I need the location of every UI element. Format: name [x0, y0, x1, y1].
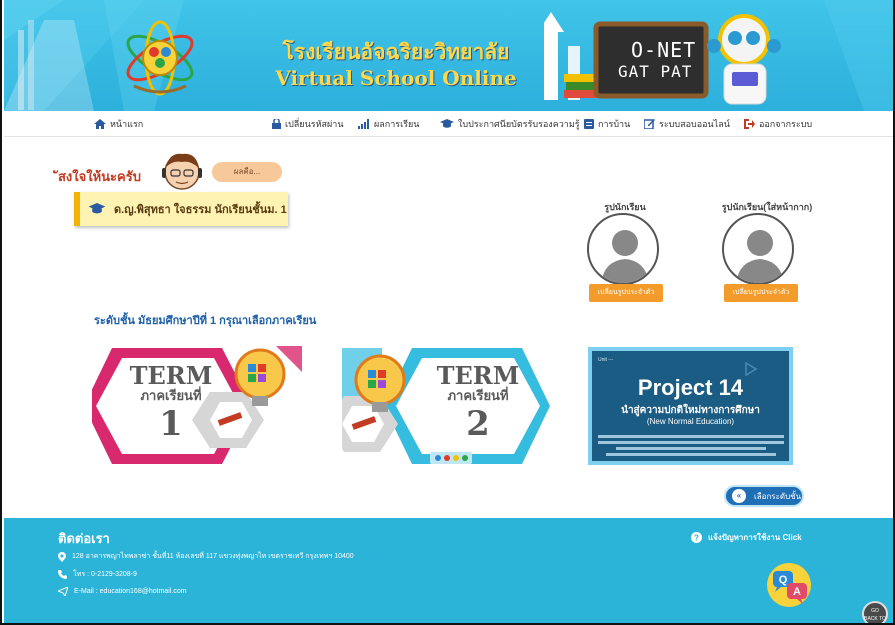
svg-text:?: ? — [694, 534, 699, 543]
change-photo-button[interactable]: เปลี่ยนรูปประจำตัว — [589, 284, 663, 302]
footer-address-text: 128 อาคารพญาไทพลาซ่า ชั้นที่11 ห้องเลขที… — [72, 553, 354, 560]
student-masked-photo — [722, 213, 794, 285]
project-subtitle: นำสู่ความปกติใหม่ทางการศึกษา — [621, 405, 760, 416]
nav-item-logout[interactable]: ออกจากระบบ — [744, 117, 812, 131]
nav-label: หน้าแรก — [110, 119, 144, 129]
term-1-card[interactable]: TERM ภาคเรียนที่ 1 — [84, 344, 302, 468]
nav-item-home[interactable]: หน้าแรก — [94, 117, 143, 131]
nav-item-grades[interactable]: ผลการเรียน — [358, 117, 419, 131]
nav-label: ใบประกาศนียบัตรรับรองความรู้ — [458, 119, 580, 129]
edit-icon — [644, 119, 655, 129]
term-2-card[interactable]: TERM ภาคเรียนที่ 2 — [328, 344, 552, 468]
main-nav: หน้าแรก เปลี่ยนรหัสผ่าน ผลการเรียน ใบประ… — [4, 111, 893, 137]
student-name-card: ด.ญ.พิสุทธา ใจธรรม นักเรียนชั้นม. 1 — [74, 192, 288, 226]
footer-address: 128 อาคารพญาไทพลาซ่า ชั้นที่11 ห้องเลขที… — [58, 551, 354, 562]
kid-avatar-image — [162, 153, 202, 190]
question-circle-icon: ? — [691, 532, 702, 543]
home-icon — [94, 119, 106, 129]
term-word: TERM — [129, 361, 213, 390]
speech-bubble: ผลคือ... — [212, 162, 282, 182]
report-problem-label: แจ้งปัญหาการใช้งาน Click — [708, 533, 802, 542]
footer-contact-title: ติดต่อเรา — [58, 531, 110, 546]
nav-item-certificate[interactable]: ใบประกาศนียบัตรรับรองความรู้ — [440, 117, 580, 131]
student-name: ด.ญ.พิสุทธา ใจธรรม นักเรียนชั้นม. 1 — [114, 204, 287, 216]
project-tag: Unit --- — [598, 357, 614, 363]
sign-out-icon — [744, 119, 755, 129]
footer: ติดต่อเรา 128 อาคารพญาไทพลาซ่า ชั้นที่11… — [4, 518, 893, 623]
term-sub: ภาคเรียนที่ — [447, 388, 509, 403]
term-1-label: TERM ภาคเรียนที่ 1 — [126, 361, 216, 445]
change-masked-photo-button[interactable]: เปลี่ยนรูปประจำตัว — [724, 284, 798, 302]
project-description-line — [606, 453, 776, 456]
nav-label: ออกจากระบบ — [759, 119, 813, 129]
project-description-line — [616, 447, 766, 450]
project-14-video-card[interactable]: Unit --- Project 14 นำสู่ความปกติใหม่ทาง… — [588, 347, 793, 465]
welcome-message: ัสงใจให้นะครับ — [58, 169, 141, 184]
school-title-thai: โรงเรียนอัจฉริยะวิทยาลัย — [282, 39, 510, 64]
photo-caption-masked: รูปนักเรียน(ใส่หน้ากาก) — [721, 202, 813, 212]
nav-item-homework[interactable]: การบ้าน — [584, 117, 630, 131]
school-logo — [126, 20, 194, 96]
page-frame: โรงเรียนอัจฉริยะวิทยาลัย Virtual School … — [0, 0, 895, 625]
send-icon — [58, 587, 68, 596]
qa-chat-icon[interactable]: Q A — [763, 561, 815, 607]
report-problem-link[interactable]: ? แจ้งปัญหาการใช้งาน Click — [691, 531, 802, 544]
footer-email-text: E-Mail : education168@hotmail.com — [74, 588, 187, 595]
signal-icon — [358, 119, 369, 129]
user-silhouette-icon — [736, 230, 784, 283]
lock-icon — [272, 119, 281, 129]
select-level-button[interactable]: « เลือกระดับชั้น — [724, 485, 804, 507]
project-subtitle-en: (New Normal Education) — [646, 417, 735, 426]
term-number: 2 — [466, 404, 490, 444]
nav-label: การบ้าน — [598, 119, 631, 129]
term-2-label: TERM ภาคเรียนที่ 2 — [428, 361, 528, 445]
project-description-line — [598, 441, 784, 444]
double-chevron-left-icon: « — [732, 489, 746, 503]
phone-icon — [58, 570, 67, 579]
map-marker-icon — [58, 551, 66, 562]
footer-phone: โทร : 0-2129-3208-9 — [58, 569, 137, 580]
footer-email[interactable]: E-Mail : education168@hotmail.com — [58, 587, 187, 596]
clipboard-icon — [584, 119, 594, 129]
header-banner: โรงเรียนอัจฉริยะวิทยาลัย Virtual School … — [4, 0, 893, 111]
nav-label: เปลี่ยนรหัสผ่าน — [285, 119, 344, 129]
graduation-cap-icon — [440, 119, 454, 128]
project-description-line — [598, 435, 784, 438]
student-photo — [587, 213, 659, 285]
select-level-label: เลือกระดับชั้น — [754, 491, 802, 501]
nav-label: ผลการเรียน — [374, 119, 420, 129]
user-silhouette-icon — [601, 230, 649, 283]
nav-item-online-exam[interactable]: ระบบสอบออนไลน์ — [644, 117, 730, 131]
svg-text:A: A — [793, 586, 801, 598]
board-text-gat-pat: GAT PAT — [618, 62, 693, 81]
term-word: TERM — [436, 361, 520, 390]
nav-item-change-password[interactable]: เปลี่ยนรหัสผ่าน — [272, 117, 343, 131]
project-title: Project 14 — [637, 375, 744, 400]
back-to-top-button[interactable]: GO BACK TO TOP — [862, 601, 888, 623]
footer-phone-text: โทร : 0-2129-3208-9 — [73, 571, 137, 578]
term-sub: ภาคเรียนที่ — [140, 388, 202, 403]
board-text-onet: O-NET — [631, 38, 697, 62]
photo-caption-student: รูปนักเรียน — [604, 202, 646, 212]
grade-level-label: ระดับชั้น มัธยมศึกษาปีที่ 1 กรุณาเลือกภา… — [94, 315, 317, 327]
term-number: 1 — [159, 404, 183, 444]
svg-text:Q: Q — [779, 574, 788, 586]
nav-label: ระบบสอบออนไลน์ — [659, 119, 730, 129]
graduation-cap-icon — [88, 203, 106, 214]
school-title-english: Virtual School Online — [275, 66, 517, 90]
